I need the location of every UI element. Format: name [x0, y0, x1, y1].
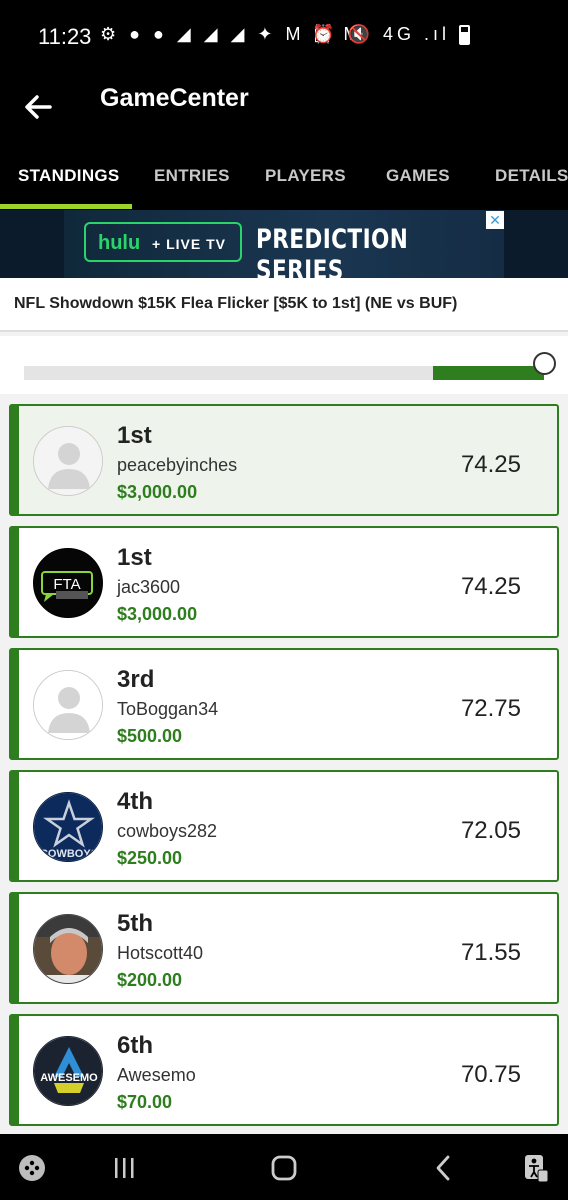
- battery-icon: [459, 25, 470, 45]
- standing-row[interactable]: 3rd ToBoggan34 $500.00 72.75: [9, 648, 559, 760]
- tab-entries[interactable]: ENTRIES: [154, 166, 230, 186]
- score: 74.25: [460, 451, 521, 478]
- username: jac3600: [117, 577, 181, 597]
- contest-header: NFL Showdown $15K Flea Flicker [$5K to 1…: [0, 278, 568, 332]
- chevron-left-icon: [436, 1155, 450, 1181]
- ad-close-icon[interactable]: ✕: [486, 211, 504, 229]
- accessibility-button[interactable]: [516, 1148, 556, 1188]
- default-avatar-icon: [34, 671, 102, 739]
- svg-text:FTA: FTA: [53, 576, 80, 593]
- tab-standings[interactable]: STANDINGS: [18, 166, 120, 186]
- rank: 4th: [117, 788, 153, 815]
- prize: $250.00: [117, 848, 183, 868]
- standing-row[interactable]: 5th Hotscott40 $200.00 71.55: [9, 892, 559, 1004]
- home-button[interactable]: [264, 1148, 304, 1188]
- prize: $3,000.00: [117, 604, 198, 624]
- score: 74.25: [460, 573, 521, 600]
- system-nav-bar: [0, 1134, 568, 1200]
- standing-row[interactable]: FTA 1st jac3600 $3,000.00 74.25: [9, 526, 559, 638]
- status-bar: 11:23 ⚙ ● ● ◢ ◢ ◢ ✦ M ▣ M ⏰ 🔇 4G .ıl: [0, 0, 568, 72]
- status-time: 11:23: [38, 24, 92, 49]
- rank: 3rd: [117, 666, 155, 693]
- slider-thumb[interactable]: [533, 352, 556, 375]
- awesemo-logo-icon: AWESEMO: [34, 1037, 102, 1105]
- ad-creative[interactable]: hulu + LIVE TV PREDICTION SERIES: [64, 210, 504, 286]
- prize: $70.00: [117, 1092, 173, 1112]
- accessibility-icon: [525, 1155, 549, 1183]
- gamepad-icon: [19, 1155, 45, 1181]
- avatar: [33, 426, 103, 496]
- tab-details[interactable]: DETAILS: [495, 166, 568, 186]
- prize: $500.00: [117, 726, 183, 746]
- ad-headline: PREDICTION SERIES: [256, 224, 409, 286]
- ad-banner[interactable]: hulu + LIVE TV PREDICTION SERIES ✕: [0, 210, 568, 286]
- system-back-button[interactable]: [424, 1148, 464, 1188]
- page-title: GameCenter: [100, 84, 249, 112]
- username: Hotscott40: [117, 943, 204, 963]
- system-status-icons: ⏰ 🔇 4G .ıl: [312, 24, 450, 44]
- username: ToBoggan34: [117, 699, 219, 719]
- app-header: GameCenter: [0, 72, 568, 160]
- score: 72.05: [460, 817, 521, 844]
- standing-row[interactable]: 1st peacebyinches $3,000.00 74.25: [9, 404, 559, 516]
- back-button[interactable]: [22, 82, 62, 132]
- recent-apps-icon: [115, 1158, 134, 1178]
- score: 70.75: [460, 1061, 521, 1088]
- hulu-logo: hulu + LIVE TV: [84, 222, 242, 262]
- fta-logo-icon: FTA: [34, 549, 102, 617]
- rank: 1st: [117, 422, 152, 449]
- svg-text:AWESEMO: AWESEMO: [40, 1072, 98, 1084]
- avatar: [33, 670, 103, 740]
- svg-text:COWBOYS: COWBOYS: [40, 848, 98, 860]
- avatar: AWESEMO: [33, 1036, 103, 1106]
- prize: $3,000.00: [117, 482, 198, 502]
- cowboys-star-icon: COWBOYS: [34, 793, 102, 861]
- slider-fill: [433, 366, 544, 380]
- tab-players[interactable]: PLAYERS: [265, 166, 346, 186]
- user-photo-icon: [34, 915, 102, 983]
- standings-slider: [0, 336, 568, 394]
- avatar: FTA: [33, 548, 103, 618]
- score: 71.55: [460, 939, 521, 966]
- prize: $200.00: [117, 970, 183, 990]
- score: 72.75: [460, 695, 521, 722]
- username: peacebyinches: [117, 455, 238, 475]
- home-icon: [271, 1155, 297, 1181]
- tab-bar: STANDINGS ENTRIES PLAYERS GAMES DETAILS: [0, 150, 568, 210]
- back-arrow-icon: [25, 95, 52, 119]
- avatar: [33, 914, 103, 984]
- default-avatar-icon: [34, 427, 102, 495]
- tab-games[interactable]: GAMES: [386, 166, 450, 186]
- username: cowboys282: [117, 821, 218, 841]
- avatar: COWBOYS: [33, 792, 103, 862]
- game-launcher-button[interactable]: [12, 1148, 52, 1188]
- rank: 6th: [117, 1032, 153, 1059]
- standing-row[interactable]: COWBOYS 4th cowboys282 $250.00 72.05: [9, 770, 559, 882]
- username: Awesemo: [117, 1065, 196, 1085]
- standing-row[interactable]: AWESEMO 6th Awesemo $70.00 70.75: [9, 1014, 559, 1126]
- rank: 5th: [117, 910, 153, 937]
- rank: 1st: [117, 544, 152, 571]
- contest-title: NFL Showdown $15K Flea Flicker [$5K to 1…: [14, 295, 458, 312]
- recent-apps-button[interactable]: [104, 1148, 144, 1188]
- active-tab-indicator: [0, 204, 132, 209]
